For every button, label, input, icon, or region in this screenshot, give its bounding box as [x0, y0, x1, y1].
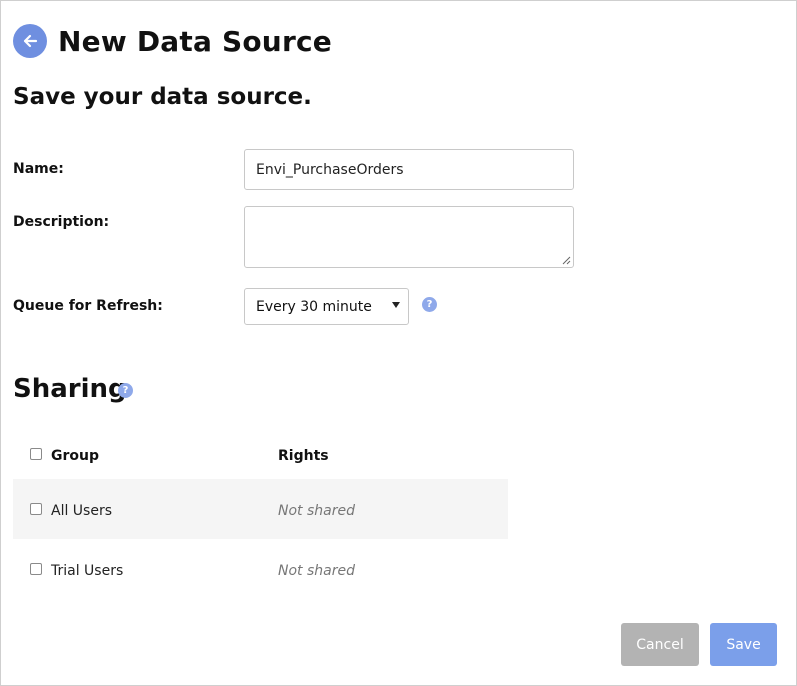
- group-name: Trial Users: [51, 563, 124, 579]
- rights-column-header: Rights: [278, 448, 329, 464]
- rights-value: Not shared: [278, 563, 355, 579]
- group-name: All Users: [51, 503, 113, 519]
- queue-refresh-label: Queue for Refresh:: [13, 298, 163, 314]
- sharing-help-icon[interactable]: ?: [118, 383, 133, 398]
- row-checkbox[interactable]: [30, 503, 42, 515]
- back-button[interactable]: [13, 24, 47, 58]
- sharing-table: Group Rights All Users Not shared Trial …: [13, 426, 508, 599]
- description-input[interactable]: [244, 206, 574, 268]
- name-input[interactable]: [244, 149, 574, 190]
- help-icon[interactable]: ?: [422, 297, 437, 312]
- arrow-left-icon: [23, 34, 38, 48]
- table-header-row: Group Rights: [13, 426, 508, 479]
- cancel-button[interactable]: Cancel: [621, 623, 699, 666]
- rights-value: Not shared: [278, 503, 355, 519]
- page-subtitle: Save your data source.: [13, 84, 312, 110]
- dropdown-arrow-icon: [392, 302, 400, 308]
- page-header: New Data Source: [13, 24, 332, 58]
- queue-refresh-value: Every 30 minute: [256, 298, 372, 315]
- group-column-header: Group: [51, 448, 100, 464]
- sharing-title: Sharing: [13, 374, 127, 404]
- name-label: Name:: [13, 161, 64, 177]
- page-title: New Data Source: [58, 24, 332, 58]
- select-all-checkbox[interactable]: [30, 448, 42, 460]
- row-checkbox[interactable]: [30, 563, 42, 575]
- description-label: Description:: [13, 214, 110, 230]
- save-button[interactable]: Save: [710, 623, 777, 666]
- table-row: Trial Users Not shared: [13, 539, 508, 599]
- queue-refresh-select[interactable]: Every 30 minute: [244, 288, 409, 325]
- table-row: All Users Not shared: [13, 479, 508, 539]
